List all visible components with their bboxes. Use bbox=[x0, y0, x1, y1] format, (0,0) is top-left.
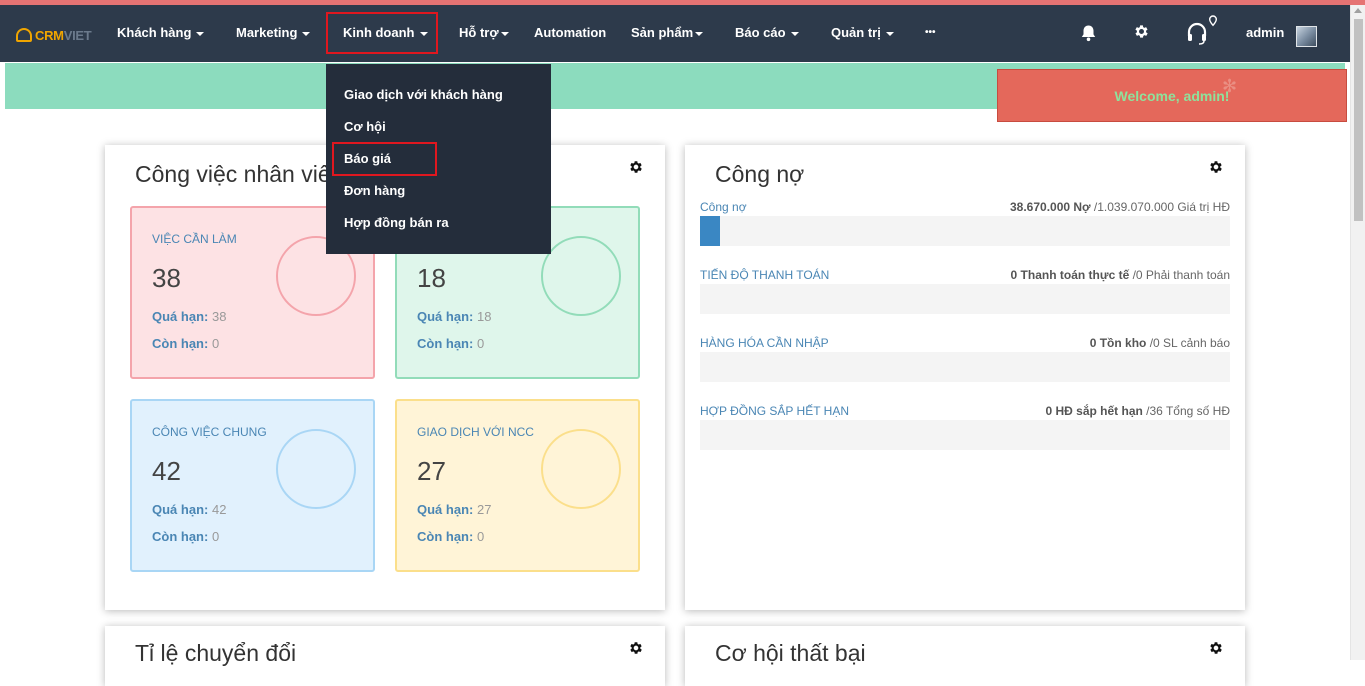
debt-progress-bar bbox=[700, 216, 1230, 246]
caret-down-icon bbox=[885, 31, 894, 36]
task-card-ring bbox=[276, 429, 356, 509]
debt-row-value: 0 HĐ sắp hết hạn /36 Tổng số HĐ bbox=[1045, 404, 1230, 418]
nav-automation[interactable]: Automation bbox=[534, 25, 606, 40]
scroll-up-arrow-icon[interactable] bbox=[1354, 8, 1362, 13]
debt-panel: Công nợ Công nợ 38.670.000 Nợ /1.039.070… bbox=[685, 145, 1245, 610]
tasks-panel-title: Công việc nhân viên bbox=[135, 161, 344, 187]
headset-support-icon[interactable] bbox=[1186, 14, 1220, 51]
task-card-general[interactable]: CÔNG VIỆC CHUNG 42 Quá hạn: 42 Còn hạn: … bbox=[130, 399, 375, 572]
conversion-panel-title: Tỉ lệ chuyển đổi bbox=[135, 640, 297, 666]
menu-item-opportunities[interactable]: Cơ hội bbox=[344, 119, 386, 134]
task-card-overdue: Quá hạn: 18 bbox=[417, 309, 492, 324]
debt-row-label[interactable]: HỢP ĐỒNG SẮP HẾT HẠN bbox=[700, 404, 849, 418]
debt-panel-title: Công nợ bbox=[715, 161, 805, 187]
nav-ho-tro[interactable]: Hỗ trợ bbox=[459, 25, 509, 40]
task-card-label: VIỆC CẦN LÀM bbox=[152, 232, 237, 246]
nav-khach-hang[interactable]: Khách hàng bbox=[117, 25, 205, 40]
task-card-ring bbox=[541, 429, 621, 509]
bell-icon[interactable] bbox=[1080, 24, 1097, 47]
menu-item-customer-transactions[interactable]: Giao dịch với khách hàng bbox=[344, 87, 503, 102]
caret-down-icon bbox=[790, 31, 799, 36]
menu-item-orders[interactable]: Đơn hàng bbox=[344, 183, 405, 198]
debt-row-label[interactable]: TIẾN ĐỘ THANH TOÁN bbox=[700, 268, 829, 282]
caret-down-icon bbox=[302, 31, 311, 36]
menu-item-quotes-highlight bbox=[332, 142, 437, 176]
nav-quan-tri[interactable]: Quản trị bbox=[831, 25, 894, 40]
debt-row-value: 38.670.000 Nợ /1.039.070.000 Giá trị HĐ bbox=[1009, 200, 1230, 214]
task-card-count: 38 bbox=[152, 263, 181, 293]
task-card-count: 18 bbox=[417, 263, 446, 293]
task-card-label: GIAO DỊCH VỚI NCC bbox=[417, 425, 534, 439]
crmviet-logo[interactable]: CRM VIET bbox=[16, 25, 92, 45]
nav-bao-cao[interactable]: Báo cáo bbox=[735, 25, 799, 40]
caret-down-icon bbox=[500, 31, 509, 36]
nav-san-pham-label: Sản phẩm bbox=[631, 25, 694, 40]
menu-item-sales-contracts[interactable]: Hợp đồng bán ra bbox=[344, 215, 449, 230]
task-card-remaining: Còn hạn: 0 bbox=[417, 336, 485, 351]
caret-down-icon bbox=[695, 31, 704, 36]
toast-gear-icon: ✻ bbox=[1222, 76, 1238, 96]
welcome-toast[interactable]: Welcome, admin! bbox=[997, 69, 1347, 122]
debt-progress-bar bbox=[700, 284, 1230, 314]
nav-ho-tro-label: Hỗ trợ bbox=[459, 25, 499, 40]
task-card-count: 42 bbox=[152, 456, 181, 486]
conversion-panel: Tỉ lệ chuyển đổi bbox=[105, 626, 665, 686]
nav-kinh-doanh-highlight bbox=[326, 12, 438, 54]
lost-opportunity-panel: Cơ hội thất bại bbox=[685, 626, 1245, 686]
logo-mark-icon bbox=[16, 28, 32, 42]
task-card-label: CÔNG VIỆC CHUNG bbox=[152, 425, 267, 439]
task-card-remaining: Còn hạn: 0 bbox=[152, 336, 220, 351]
task-card-supplier[interactable]: GIAO DỊCH VỚI NCC 27 Quá hạn: 27 Còn hạn… bbox=[395, 399, 640, 572]
task-card-remaining: Còn hạn: 0 bbox=[152, 529, 220, 544]
nav-khach-hang-label: Khách hàng bbox=[117, 25, 192, 40]
tasks-panel-gear-icon[interactable] bbox=[628, 159, 644, 180]
top-navbar: CRM VIET Khách hàng Marketing Kinh doanh… bbox=[0, 5, 1350, 62]
lost-opportunity-panel-title: Cơ hội thất bại bbox=[715, 640, 866, 666]
debt-row-label[interactable]: Công nợ bbox=[700, 200, 747, 214]
nav-san-pham[interactable]: Sản phẩm bbox=[631, 25, 704, 40]
user-name[interactable]: admin bbox=[1246, 25, 1284, 40]
task-card-remaining: Còn hạn: 0 bbox=[417, 529, 485, 544]
conversion-panel-gear-icon[interactable] bbox=[628, 640, 644, 661]
debt-panel-gear-icon[interactable] bbox=[1208, 159, 1224, 180]
nav-marketing[interactable]: Marketing bbox=[236, 25, 311, 40]
logo-text-viet: VIET bbox=[63, 27, 92, 43]
caret-down-icon bbox=[196, 31, 205, 36]
task-card-overdue: Quá hạn: 42 bbox=[152, 502, 227, 517]
nav-marketing-label: Marketing bbox=[236, 25, 298, 40]
lost-opportunity-panel-gear-icon[interactable] bbox=[1208, 640, 1224, 661]
task-card-ring bbox=[541, 236, 621, 316]
nav-more-button[interactable]: ••• bbox=[925, 27, 936, 38]
debt-progress-bar bbox=[700, 352, 1230, 382]
logo-text-crm: CRM bbox=[35, 27, 64, 43]
debt-progress-bar bbox=[700, 420, 1230, 450]
debt-progress-fill bbox=[700, 216, 720, 246]
task-card-overdue: Quá hạn: 38 bbox=[152, 309, 227, 324]
page-scrollbar[interactable] bbox=[1350, 5, 1365, 660]
nav-quan-tri-label: Quản trị bbox=[831, 25, 881, 40]
settings-gear-icon[interactable] bbox=[1133, 23, 1150, 45]
scrollbar-thumb[interactable] bbox=[1354, 19, 1363, 221]
user-avatar[interactable] bbox=[1296, 26, 1317, 47]
debt-row-label[interactable]: HÀNG HÓA CẦN NHẬP bbox=[700, 336, 829, 350]
task-card-count: 27 bbox=[417, 456, 446, 486]
debt-row-value: 0 Thanh toán thực tế /0 Phải thanh toán bbox=[1010, 268, 1230, 282]
task-card-overdue: Quá hạn: 27 bbox=[417, 502, 492, 517]
nav-bao-cao-label: Báo cáo bbox=[735, 25, 786, 40]
nav-automation-label: Automation bbox=[534, 25, 607, 40]
welcome-text: Welcome, admin! bbox=[1114, 87, 1230, 104]
more-dots-icon: ••• bbox=[925, 27, 936, 38]
debt-row-value: 0 Tồn kho /0 SL cảnh báo bbox=[1089, 336, 1230, 350]
